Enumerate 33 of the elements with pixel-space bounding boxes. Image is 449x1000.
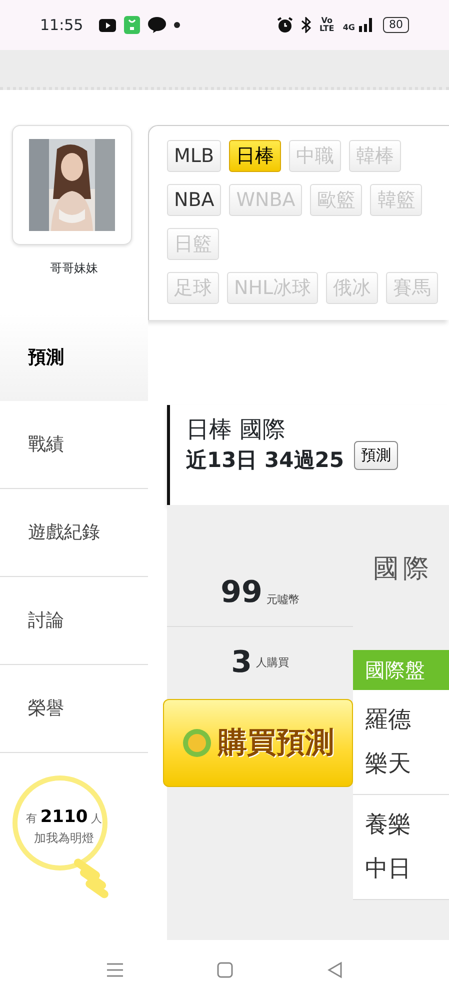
bluetooth-icon <box>300 17 311 33</box>
buyer-unit: 人購買 <box>256 654 289 671</box>
record-text: 近13日 34過25 <box>186 447 344 474</box>
team-name: 養樂 <box>365 811 412 840</box>
notification-dot-icon <box>174 22 180 28</box>
market-heading: 國際 <box>372 553 434 586</box>
market-tab[interactable]: 國際盤 <box>353 650 449 690</box>
battery-indicator: 80 <box>383 17 409 33</box>
sport-tag[interactable]: NBA <box>167 184 222 216</box>
team-name: 羅德 <box>365 706 412 735</box>
buy-button[interactable]: 購買預測 <box>163 699 353 787</box>
team-name: 樂天 <box>365 750 412 779</box>
chat-icon <box>148 17 166 33</box>
network-text: 4G <box>342 24 355 32</box>
sport-tag[interactable]: 日棒 <box>229 140 282 172</box>
alarm-icon <box>276 17 293 33</box>
sport-tag[interactable]: MLB <box>167 140 222 172</box>
price-value: 99 <box>220 578 262 608</box>
fans-count-text: 有 2110 人 <box>24 806 104 829</box>
team-name: 中日 <box>365 855 412 884</box>
buyer-count: 3 <box>231 648 252 678</box>
prediction-button[interactable]: 預測 <box>354 441 398 470</box>
clock-text: 11:55 <box>40 14 84 36</box>
video-app-icon <box>99 18 116 32</box>
user-name: 哥哥妹妹 <box>49 260 99 277</box>
home-icon[interactable] <box>214 960 234 980</box>
prediction-title: 日棒 國際 <box>186 416 286 445</box>
app-icon <box>124 16 140 34</box>
volte-text: Vo LTE <box>318 17 335 33</box>
price-unit: 元噓幣 <box>266 592 300 608</box>
fans-caption: 加我為明燈 <box>33 830 95 847</box>
coin-icon <box>182 728 212 758</box>
signal-icon <box>359 18 375 32</box>
